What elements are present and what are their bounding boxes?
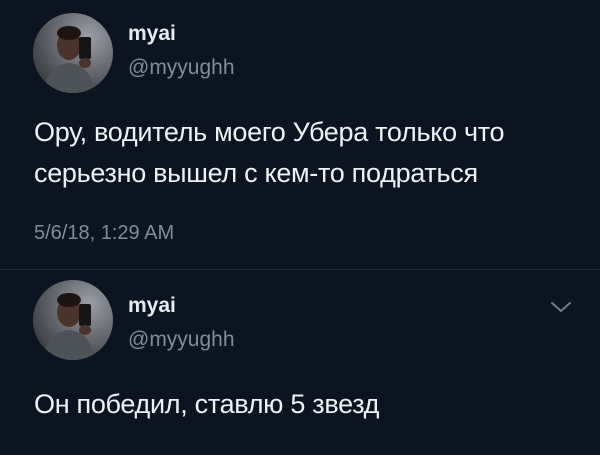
tweet-timestamp[interactable]: 5/6/18, 1:29 AM <box>34 222 174 245</box>
avatar[interactable] <box>33 13 113 93</box>
avatar-photo-icon <box>33 280 113 360</box>
tweet-text: Он победил, ставлю 5 звезд <box>34 389 380 419</box>
tweet[interactable]: myai @myyughh Ору, водитель моего Убера … <box>0 0 600 270</box>
display-name[interactable]: myai <box>128 294 176 318</box>
username-handle[interactable]: @myyughh <box>128 328 235 352</box>
chevron-down-icon[interactable] <box>550 300 572 314</box>
tweet-text: Ору, водитель моего Убера только что сер… <box>34 117 505 188</box>
display-name[interactable]: myai <box>128 22 176 46</box>
tweet[interactable]: myai @myyughh Он победил, ставлю 5 звезд <box>0 270 600 455</box>
avatar[interactable] <box>33 280 113 360</box>
avatar-photo-icon <box>33 13 113 93</box>
username-handle[interactable]: @myyughh <box>128 56 235 80</box>
